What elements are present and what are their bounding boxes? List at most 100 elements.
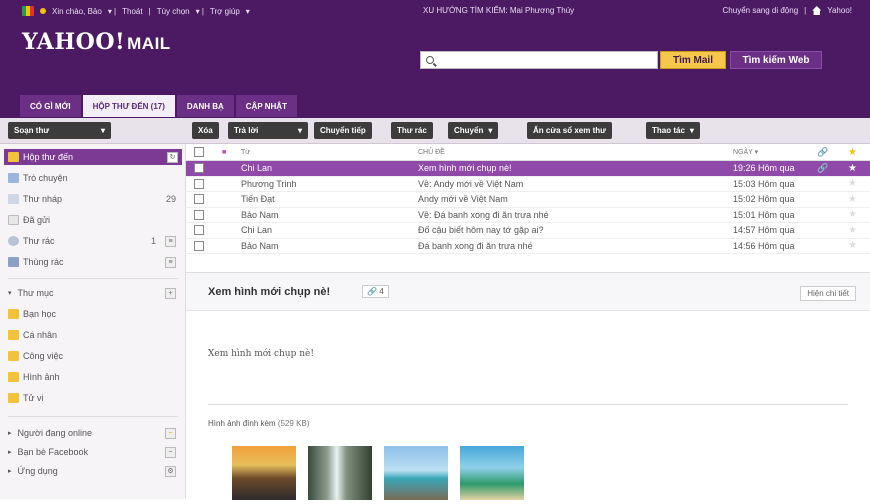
row-from: Bảo Nam [241, 209, 279, 220]
divider [8, 278, 178, 279]
tab-whats-new[interactable]: CÓ GÌ MỚI [20, 95, 81, 117]
star-icon: ★ [848, 146, 857, 158]
select-all-checkbox[interactable] [194, 147, 204, 157]
table-row[interactable]: Bảo Nam Đá banh xong đi ăn trưa nhé 14:5… [186, 239, 870, 254]
table-row[interactable]: Bảo Nam Về: Đá banh xong đi ăn trưa nhé … [186, 208, 870, 223]
move-label: Chuyển [454, 126, 484, 135]
folders-header[interactable]: ▾ Thư mục + [8, 285, 180, 301]
folders-label: Thư mục [17, 288, 54, 298]
star-icon[interactable]: ★ [848, 178, 857, 189]
gear-icon[interactable]: ⚙ [165, 465, 176, 477]
sidebar-folder[interactable]: Hình ảnh [8, 369, 180, 385]
row-from: Tiến Đạt [241, 194, 275, 205]
sidebar-item-sent[interactable]: Đã gửi [8, 212, 180, 228]
yahoo-mail-logo[interactable]: YAHOO! MAIL [22, 29, 171, 55]
forward-button[interactable]: Chuyển tiếp [314, 122, 372, 139]
table-row[interactable]: Phương Trinh Về: Andy mới về Việt Nam 15… [186, 177, 870, 192]
row-date: 15:03 Hôm qua [733, 178, 795, 189]
unread-icon: ■ [222, 148, 227, 156]
star-icon[interactable]: ★ [848, 225, 857, 236]
sidebar-folder[interactable]: Cá nhân [8, 327, 180, 343]
sidebar-folder[interactable]: Tử vi [8, 390, 180, 406]
table-row[interactable]: Chi Lan Xem hình mới chụp nè! 19:26 Hôm … [186, 161, 870, 177]
attachments-size: (529 KB) [277, 419, 310, 428]
row-checkbox[interactable] [194, 209, 204, 220]
row-checkbox[interactable] [194, 178, 204, 189]
star-icon[interactable]: ★ [848, 240, 857, 251]
search-mail-button[interactable]: Tìm Mail [660, 51, 726, 69]
delete-button[interactable]: Xóa [192, 122, 219, 139]
facebook-icon[interactable]: ~ [165, 446, 176, 458]
empty-spam-icon[interactable]: ≡ [165, 235, 176, 247]
table-row[interactable]: Tiến Đạt Andy mới về Việt Nam 15:02 Hôm … [186, 192, 870, 208]
folder-label: Công việc [23, 351, 64, 361]
row-checkbox[interactable] [194, 240, 204, 251]
image-thumbnail[interactable] [384, 446, 448, 500]
search-input[interactable] [420, 51, 658, 69]
move-button[interactable]: Chuyển ▾ [448, 122, 499, 139]
divider [8, 416, 178, 417]
trending-search[interactable]: XU HƯỚNG TÌM KIẾM: Mai Phương Thúy [423, 6, 574, 15]
logo-text: YAHOO! [22, 29, 126, 55]
online-icon[interactable]: ~ [165, 427, 176, 439]
sidebar-item-label: Đã gửi [23, 215, 51, 225]
header-date[interactable]: NGÀY ▾ [733, 148, 758, 156]
tab-inbox[interactable]: HỘP THƯ ĐẾN (17) [82, 95, 175, 117]
star-icon[interactable]: ★ [848, 209, 857, 220]
chevron-down-icon: ▾ [488, 126, 493, 135]
attachment-count[interactable]: 🔗 4 [362, 285, 389, 298]
greeting-link[interactable]: Xin chào, Bảo [52, 7, 102, 16]
sidebar-item-spam[interactable]: Thư rác 1 ≡ [8, 233, 180, 249]
mobile-link[interactable]: Chuyển sang di động [723, 6, 799, 15]
row-checkbox[interactable] [194, 194, 204, 205]
tab-contacts[interactable]: DANH BẠ [176, 95, 234, 117]
image-thumbnail[interactable] [308, 446, 372, 500]
spam-button[interactable]: Thư rác [391, 122, 433, 139]
spam-count: 1 [150, 236, 156, 246]
signout-link[interactable]: Thoát [122, 7, 142, 16]
add-folder-icon[interactable]: + [165, 287, 176, 299]
sidebar-item-drafts[interactable]: Thư nháp 29 [8, 191, 180, 207]
tab-updates[interactable]: CẬP NHẬT [235, 95, 297, 117]
table-row[interactable]: Chi Lan Đố cậu biết hôm nay tớ gặp ai? 1… [186, 223, 870, 239]
compose-button[interactable]: Soạn thư ▾ [8, 122, 111, 139]
sidebar-online-users[interactable]: ▸ Người đang online ~ [8, 425, 180, 441]
header-from[interactable]: Từ [241, 149, 250, 156]
sidebar-item-chat[interactable]: Trò chuyện [8, 170, 180, 186]
actions-button[interactable]: Thao tác ▾ [646, 122, 700, 139]
reading-pane: Xem hình mới chụp nè! 🔗 4 Hiện chi tiết … [186, 272, 870, 504]
star-icon[interactable]: ★ [848, 163, 857, 174]
star-icon[interactable]: ★ [848, 194, 857, 205]
show-details-button[interactable]: Hiện chi tiết [800, 286, 856, 301]
search-web-button[interactable]: Tìm kiếm Web [730, 51, 822, 69]
sidebar-folder[interactable]: Bạn học [8, 306, 180, 322]
row-subject: Đố cậu biết hôm nay tớ gặp ai? [418, 225, 544, 236]
empty-trash-icon[interactable]: ≡ [165, 256, 176, 268]
help-link[interactable]: Trợ giúp [210, 7, 240, 16]
options-link[interactable]: Tùy chọn [157, 7, 190, 16]
chevron-down-icon: ▾ [297, 126, 302, 135]
header-date-label: NGÀY [733, 149, 753, 156]
reply-button[interactable]: Trả lời ▾ [228, 122, 308, 139]
yahoo-link[interactable]: Yahoo! [827, 6, 852, 15]
image-thumbnail[interactable] [460, 446, 524, 500]
reply-label: Trả lời [234, 126, 259, 135]
header-subject[interactable]: CHỦ ĐỀ [418, 149, 445, 156]
refresh-icon[interactable]: ↻ [167, 151, 178, 163]
row-checkbox[interactable] [194, 163, 204, 174]
sidebar-apps[interactable]: ▸ Ứng dụng ⚙ [8, 463, 180, 479]
sidebar-folder[interactable]: Công việc [8, 348, 180, 364]
row-subject: Đá banh xong đi ăn trưa nhé [418, 240, 533, 251]
hide-reading-pane-button[interactable]: Ẩn cửa sổ xem thư [527, 122, 612, 139]
image-thumbnail[interactable] [232, 446, 296, 500]
sidebar-item-trash[interactable]: Thùng rác ≡ [8, 254, 180, 270]
row-checkbox[interactable] [194, 225, 204, 236]
sidebar-item-inbox[interactable]: Hộp thư đến ↻ [4, 149, 182, 165]
sidebar-facebook-friends[interactable]: ▸ Bạn bè Facebook ~ [8, 444, 180, 460]
toolbar: Soạn thư ▾ Xóa Trả lời ▾ Chuyển tiếp Thư r… [0, 118, 870, 144]
chat-icon [8, 173, 19, 183]
folder-icon [8, 330, 19, 340]
list-header: ■ Từ CHỦ ĐỀ NGÀY ▾ 🔗 ★ [186, 144, 870, 161]
folder-icon [8, 309, 19, 319]
chevron-down-icon: ▾ [8, 290, 12, 297]
